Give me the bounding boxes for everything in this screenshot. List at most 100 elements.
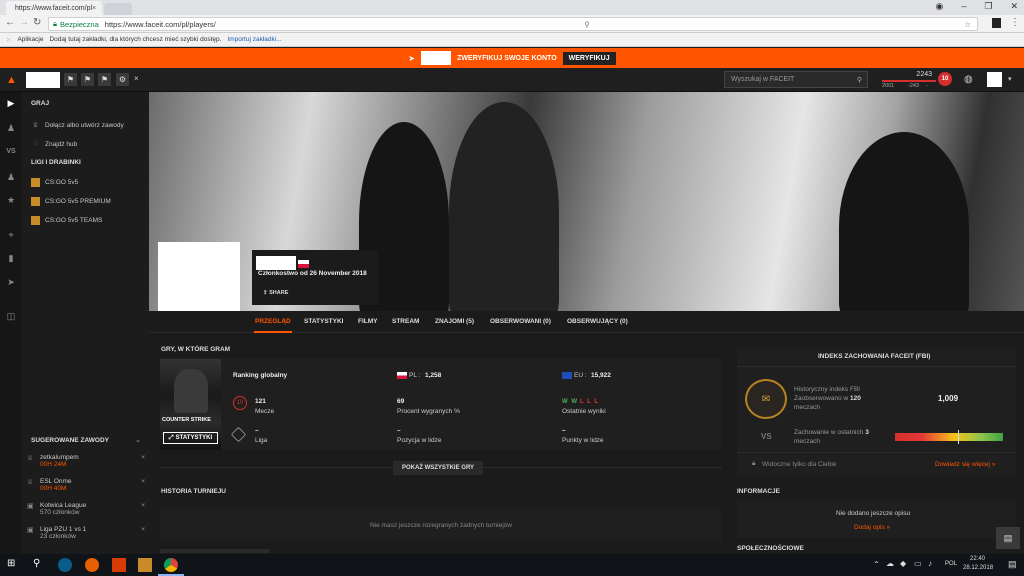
- csgo-icon: [31, 197, 40, 206]
- clipboard-icon[interactable]: ▮: [5, 253, 17, 265]
- clock-time[interactable]: 22:40: [970, 556, 985, 562]
- level-circle-icon: 10: [233, 396, 247, 410]
- volume-icon[interactable]: ♪: [928, 559, 932, 568]
- firefox-taskbar-icon[interactable]: [85, 558, 99, 572]
- collapse-chevron-icon[interactable]: ⌄: [135, 436, 141, 444]
- elo-widget[interactable]: 2243 2001 -243 - 10: [882, 71, 952, 89]
- import-bookmarks-link[interactable]: Importuj zakładki...: [227, 36, 281, 43]
- add-friend-icon[interactable]: ⚑: [81, 73, 94, 86]
- globe-icon[interactable]: ◍: [964, 74, 973, 85]
- party-icon[interactable]: ⚑: [64, 73, 77, 86]
- find-hub-link[interactable]: ◌ Znajdź hub: [31, 140, 77, 149]
- camera-icon[interactable]: ▣: [157, 97, 164, 105]
- star-icon[interactable]: ★: [5, 195, 17, 207]
- sidebar-item-csgo-teams[interactable]: CS:GO 5v5 TEAMS: [31, 216, 102, 225]
- verify-button[interactable]: WERYFIKUJ: [562, 51, 616, 65]
- elo-low: 2001: [882, 83, 895, 89]
- language-indicator[interactable]: POL: [945, 561, 957, 567]
- suggested-item[interactable]: ♕ ESL Onme 00H 40M ×: [27, 478, 145, 492]
- position-value: –: [397, 427, 401, 434]
- maximize-icon[interactable]: ❐: [984, 1, 992, 12]
- stats-button[interactable]: ⤢ STATYSTYKI: [163, 432, 218, 444]
- browser-tab[interactable]: https://www.faceit.com/pl ×: [6, 1, 102, 15]
- bookmark-star-icon[interactable]: ☆: [964, 20, 971, 29]
- search-icon[interactable]: ⚲: [857, 76, 862, 84]
- search-input[interactable]: Wyszukaj w FACEIT ⚲: [724, 71, 868, 88]
- notifications-icon[interactable]: ▤: [1008, 559, 1017, 570]
- office-taskbar-icon[interactable]: [112, 558, 126, 572]
- users-icon[interactable]: ♟: [5, 123, 17, 135]
- invite-icon[interactable]: ⚑: [98, 73, 111, 86]
- clock-date[interactable]: 28.12.2018: [963, 565, 993, 571]
- trophy-icon: ♕: [32, 122, 39, 129]
- profile-namebox: Członkostwo od 26 November 2018 ⇪ SHARE: [252, 250, 378, 305]
- sidebar-item-csgo-premium[interactable]: CS:GO 5v5 PREMIUM: [31, 197, 111, 206]
- panel-toggle-icon[interactable]: ◫: [5, 311, 17, 323]
- dismiss-icon[interactable]: ×: [141, 526, 145, 540]
- csgo-cover[interactable]: COUNTER STRIKE ⤢ STATYSTYKI: [160, 359, 221, 450]
- tab-movies[interactable]: FILMY: [358, 318, 378, 325]
- header-close-icon[interactable]: ×: [134, 74, 139, 83]
- menu-icon[interactable]: ⋮: [1010, 17, 1020, 28]
- suggested-item[interactable]: ♕ zetkalumpem 00H 24M ×: [27, 454, 145, 468]
- tab-followers[interactable]: OBSERWUJĄCY (0): [567, 318, 628, 325]
- extension-icon[interactable]: [992, 18, 1001, 28]
- suggested-item[interactable]: ▣ Kotwica League 570 członków ×: [27, 502, 145, 516]
- tab-stats[interactable]: STATYSTYKI: [304, 318, 343, 325]
- team-icon[interactable]: ♟: [5, 172, 17, 184]
- cover-title: COUNTER STRIKE: [162, 417, 211, 423]
- network-icon[interactable]: ▭: [914, 559, 922, 568]
- play-icon[interactable]: ▶: [5, 98, 17, 110]
- tab-overview[interactable]: PRZEGLĄD: [255, 318, 291, 325]
- tray-up-icon[interactable]: ⌃: [873, 560, 880, 569]
- faceit-header: ▲ ⚑ ⚑ ⚑ ⚙ × Wyszukaj w FACEIT ⚲ 2243 200…: [0, 68, 1024, 92]
- chat-icon[interactable]: ▤: [996, 527, 1020, 549]
- faceit-logo-icon[interactable]: ▲: [6, 74, 17, 86]
- suggested-name: Liga PZU 1 vs 1: [40, 526, 87, 533]
- dismiss-icon[interactable]: ×: [141, 454, 145, 468]
- avatar[interactable]: [987, 72, 1002, 87]
- profile-icon[interactable]: ◉: [936, 1, 944, 12]
- poland-flag-icon: [397, 372, 407, 379]
- suggested-item[interactable]: ▣ Liga PZU 1 vs 1 23 członków ×: [27, 526, 145, 540]
- league-icon: ▣: [27, 527, 34, 534]
- back-icon[interactable]: ←: [5, 17, 15, 28]
- dismiss-icon[interactable]: ×: [141, 502, 145, 516]
- cover-figure: [449, 102, 559, 311]
- add-description-link[interactable]: Dodaj opis »: [854, 524, 890, 531]
- zoom-icon[interactable]: ⚲: [584, 20, 590, 29]
- tab-stream[interactable]: STREAM: [392, 318, 419, 325]
- new-tab-button[interactable]: [104, 3, 132, 15]
- join-competition-link[interactable]: ♕ Dołącz albo utwórz zawody: [31, 121, 123, 130]
- send-rail-icon[interactable]: ➤: [5, 277, 17, 289]
- chevron-down-icon[interactable]: ▾: [1008, 75, 1012, 83]
- forward-icon[interactable]: →: [19, 17, 29, 28]
- versus-icon[interactable]: VS: [5, 148, 17, 160]
- steam-taskbar-icon[interactable]: [58, 558, 72, 572]
- dismiss-icon[interactable]: ×: [141, 478, 145, 492]
- tab-close-icon[interactable]: ×: [92, 5, 96, 12]
- show-all-games-button[interactable]: POKAŻ WSZYSTKIE GRY: [393, 461, 483, 475]
- chrome-taskbar-icon[interactable]: [164, 558, 178, 572]
- csgo-taskbar-icon[interactable]: [138, 558, 152, 572]
- share-button[interactable]: ⇪ SHARE: [263, 290, 288, 296]
- reload-icon[interactable]: ↻: [33, 17, 41, 28]
- fbi-learn-more[interactable]: Dowiedz się więcej »: [935, 461, 995, 468]
- windows-start-icon[interactable]: ⊞: [7, 558, 15, 569]
- settings-icon[interactable]: ⚙: [116, 73, 129, 86]
- tab-following[interactable]: OBSERWOWANI (0): [490, 318, 551, 325]
- search-taskbar-icon[interactable]: ⚲: [33, 558, 40, 569]
- apps-icon[interactable]: ⁙: [6, 36, 11, 44]
- minimize-icon[interactable]: –: [961, 1, 966, 12]
- url-input[interactable]: 🔒︎ Bezpieczna https://www.faceit.com/pl/…: [48, 17, 978, 31]
- matches-value: 121: [255, 398, 266, 405]
- close-window-icon[interactable]: ✕: [1010, 1, 1018, 12]
- app-tray-icon[interactable]: ◆: [900, 559, 906, 568]
- tab-friends[interactable]: ZNAJOMI (5): [435, 318, 474, 325]
- fbi-score: 1,009: [938, 394, 959, 403]
- cloud-icon[interactable]: ☁: [886, 559, 894, 568]
- sidebar-item-csgo[interactable]: CS:GO 5v5: [31, 178, 78, 187]
- apps-label[interactable]: Aplikacje: [17, 36, 43, 43]
- username-box[interactable]: [26, 72, 60, 88]
- crosshair-icon[interactable]: ⌖: [5, 230, 17, 242]
